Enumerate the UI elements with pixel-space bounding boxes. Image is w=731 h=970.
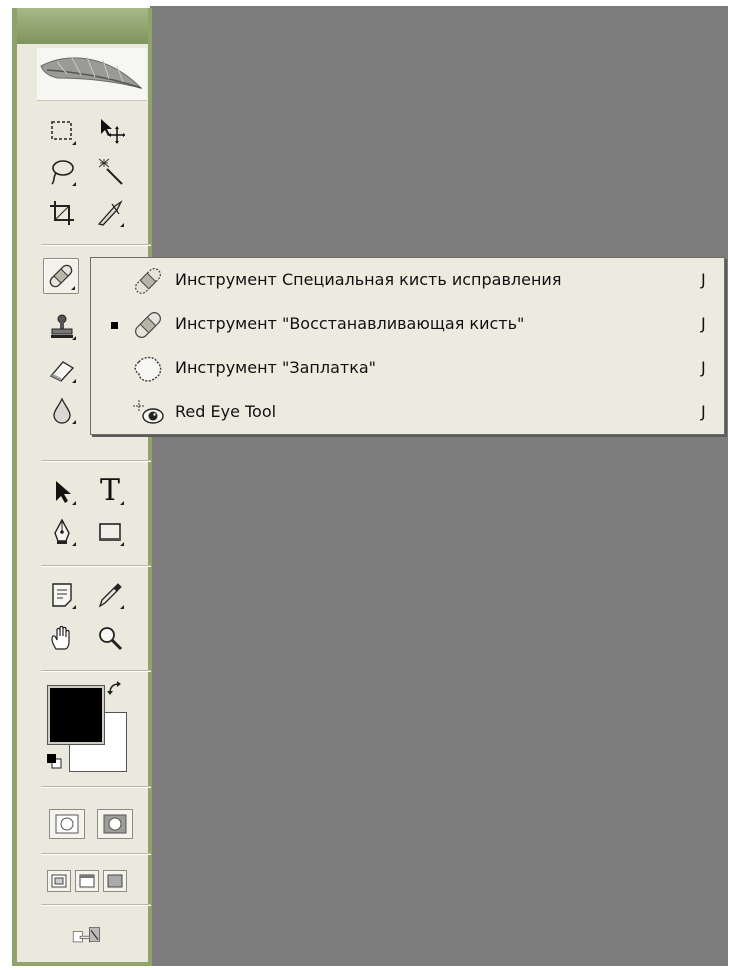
full-screen-mode-button[interactable] (103, 870, 127, 892)
healing-brush-tool[interactable] (43, 258, 79, 294)
lasso-tool[interactable] (45, 155, 79, 189)
tools-palette: T (12, 8, 152, 966)
flyout-item-label: Инструмент "Восстанавливающая кисть" (175, 314, 525, 333)
jump-to-imageready-icon (72, 927, 100, 943)
flyout-item-red-eye[interactable]: Red Eye Tool J (91, 390, 724, 434)
spot-healing-brush-icon (129, 264, 167, 298)
zoom-icon (99, 627, 123, 651)
default-colors-icon[interactable] (46, 753, 62, 769)
foreground-color-swatch[interactable] (47, 685, 105, 745)
quick-mask-button[interactable] (97, 809, 133, 839)
path-selection-tool[interactable] (45, 474, 79, 508)
flyout-item-shortcut: J (701, 270, 706, 289)
hand-tool[interactable] (45, 621, 79, 655)
magic-wand-icon (98, 158, 123, 185)
standard-screen-mode-button[interactable] (47, 870, 71, 892)
flyout-item-shortcut: J (701, 314, 706, 333)
standard-mode-icon (55, 814, 79, 834)
red-eye-icon (129, 396, 167, 430)
flyout-item-shortcut: J (701, 358, 706, 377)
notes-tool[interactable] (45, 578, 79, 612)
selected-bullet-icon (111, 322, 118, 329)
feather-logo[interactable] (37, 48, 147, 101)
crop-tool[interactable] (45, 196, 79, 230)
move-icon (101, 119, 125, 144)
healing-tools-flyout-menu: Инструмент Специальная кисть исправления… (90, 257, 725, 435)
crop-icon (50, 201, 74, 225)
type-tool[interactable]: T (93, 474, 127, 508)
type-icon: T (99, 473, 120, 508)
feather-icon (40, 56, 143, 89)
flyout-item-spot-healing-brush[interactable]: Инструмент Специальная кисть исправления… (91, 258, 724, 302)
healing-brush-icon (129, 308, 167, 342)
patch-icon (129, 352, 167, 386)
palette-title-bar[interactable] (17, 8, 148, 44)
standard-screen-icon (51, 874, 67, 888)
eyedropper-tool[interactable] (93, 578, 127, 612)
jump-to-imageready-button[interactable] (59, 918, 115, 952)
pen-tool[interactable] (45, 515, 79, 549)
swap-colors-icon[interactable] (107, 681, 123, 697)
flyout-item-label: Инструмент Специальная кисть исправления (175, 270, 562, 289)
full-screen-icon (107, 874, 123, 888)
flyout-item-patch[interactable]: Инструмент "Заплатка" J (91, 346, 724, 390)
full-screen-menu-icon (79, 874, 95, 888)
hand-icon (51, 625, 70, 650)
flyout-item-healing-brush[interactable]: Инструмент "Восстанавливающая кисть" J (91, 302, 724, 346)
standard-mode-button[interactable] (49, 809, 85, 839)
rectangle-shape-tool[interactable] (93, 515, 127, 549)
quick-mask-icon (103, 814, 127, 834)
flyout-item-label: Инструмент "Заплатка" (175, 358, 377, 377)
magic-wand-tool[interactable] (93, 155, 127, 189)
document-canvas-area[interactable] (150, 6, 728, 966)
move-tool[interactable] (93, 114, 127, 148)
eraser-tool[interactable] (45, 352, 79, 386)
clone-stamp-tool[interactable] (45, 309, 79, 343)
flyout-item-label: Red Eye Tool (175, 402, 277, 421)
zoom-tool[interactable] (93, 621, 127, 655)
flyout-item-shortcut: J (701, 402, 706, 421)
slice-tool[interactable] (93, 196, 127, 230)
rectangular-marquee-tool[interactable] (45, 114, 79, 148)
full-screen-menu-mode-button[interactable] (75, 870, 99, 892)
blur-tool[interactable] (45, 393, 79, 427)
